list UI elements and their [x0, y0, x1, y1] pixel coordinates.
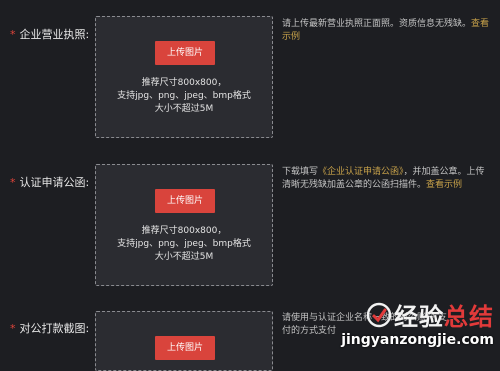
requirement-line: 支持jpg、png、jpeg、bmp格式 — [117, 91, 251, 101]
upload-image-button[interactable]: 上传图片 — [155, 41, 215, 65]
requirement-line: 大小不超过5M — [154, 104, 214, 114]
application-letter-upload-area[interactable]: 上传图片 推荐尺寸800x800， 支持jpg、png、jpeg、bmp格式 大… — [95, 164, 273, 286]
requirement-line: 推荐尺寸800x800， — [141, 226, 227, 236]
watermark-logo: 经验总结 — [341, 297, 494, 332]
watermark-title-b: 总结 — [444, 303, 494, 331]
field-label-text: 对公打款截图: — [19, 322, 90, 335]
required-mark: * — [10, 28, 16, 41]
requirement-line: 支持jpg、png、jpeg、bmp格式 — [117, 239, 251, 249]
required-mark: * — [10, 176, 16, 189]
transfer-screenshot-upload-area[interactable]: 上传图片 — [95, 311, 273, 371]
transfer-screenshot-label: * 对公打款截图: — [10, 320, 89, 336]
business-license-label: * 企业营业执照: — [10, 26, 89, 42]
business-license-upload-area[interactable]: 上传图片 推荐尺寸800x800， 支持jpg、png、jpeg、bmp格式 大… — [95, 16, 273, 138]
application-letter-label: * 认证申请公函: — [10, 174, 89, 190]
application-letter-hint: 下载填写《企业认证申请公函》，并加盖公章。上传清晰无残缺加盖公章的公函扫描件。查… — [282, 166, 492, 192]
requirement-line: 大小不超过5M — [154, 252, 214, 262]
upload-requirements: 推荐尺寸800x800， 支持jpg、png、jpeg、bmp格式 大小不超过5… — [96, 77, 272, 116]
application-letter-download-link[interactable]: 《企业认证申请公函》 — [318, 167, 404, 177]
upload-image-button[interactable]: 上传图片 — [155, 189, 215, 213]
requirement-line: 推荐尺寸800x800， — [141, 78, 227, 88]
field-label-text: 企业营业执照: — [19, 28, 90, 41]
hint-text: 下载填写 — [282, 167, 319, 177]
upload-image-button[interactable]: 上传图片 — [155, 336, 215, 360]
watermark-logo-icon — [366, 302, 392, 327]
business-license-hint: 请上传最新营业执照正面照。资质信息无残缺。查看示例 — [282, 18, 492, 44]
watermark-title-a: 经验 — [394, 303, 444, 331]
watermark-title: 经验总结 — [394, 297, 494, 332]
required-mark: * — [10, 322, 16, 335]
upload-requirements: 推荐尺寸800x800， 支持jpg、png、jpeg、bmp格式 大小不超过5… — [96, 225, 272, 264]
field-label-text: 认证申请公函: — [19, 176, 90, 189]
watermark-url: jingyanzongjie.com — [341, 332, 494, 348]
view-example-link[interactable]: 查看示例 — [426, 180, 462, 190]
hint-text: 请上传最新营业执照正面照。资质信息无残缺。 — [282, 19, 472, 29]
watermark: 经验总结 jingyanzongjie.com — [341, 297, 494, 348]
